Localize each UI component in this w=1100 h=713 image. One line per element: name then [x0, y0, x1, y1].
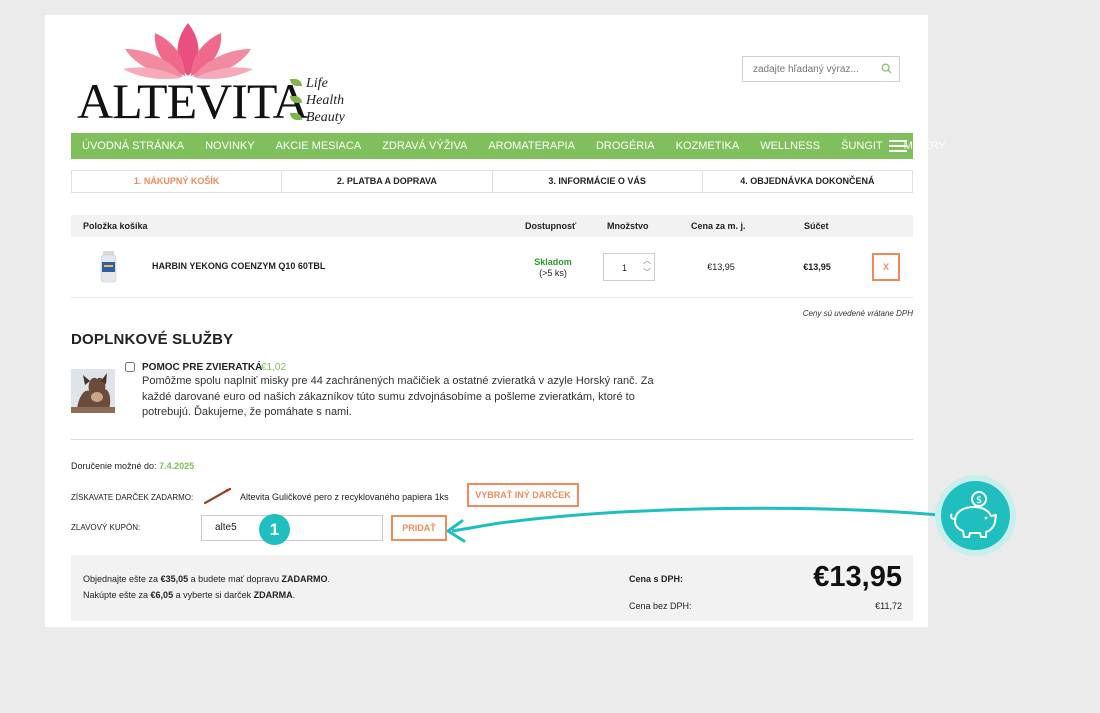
- nav-item-shungite[interactable]: ŠUNGIT: [831, 133, 894, 159]
- product-name[interactable]: HARBIN YEKONG COENZYM Q10 60TBL: [152, 261, 325, 271]
- unit-price: €13,95: [707, 262, 735, 272]
- step-marker: 1: [259, 514, 290, 545]
- free-shipping-note: Objednajte ešte za €35,05 a budete mať d…: [83, 574, 330, 584]
- order-summary: Objednajte ešte za €35,05 a budete mať d…: [71, 555, 913, 621]
- gift-label: ZÍSKAVATE DARČEK ZADARMO:: [71, 493, 194, 502]
- svg-text:$: $: [976, 495, 982, 506]
- price-without-vat: €11,72: [875, 601, 902, 611]
- note-text: .: [327, 574, 331, 584]
- slogan-line: Life: [290, 75, 345, 92]
- product-bottle-image[interactable]: [100, 251, 117, 283]
- note-bold: ZADARMO: [281, 574, 328, 584]
- annotation-arrow-icon: [446, 506, 941, 543]
- price-with-vat: €13,95: [813, 561, 902, 593]
- vat-note: Ceny sú uvedené vrátane DPH: [802, 309, 913, 318]
- header-total: Súčet: [804, 221, 829, 231]
- nav-item-aromatherapy[interactable]: AROMATERAPIA: [478, 133, 586, 159]
- slogan-line: Health: [290, 92, 345, 109]
- free-gift-note: Nakúpte ešte za €6,05 a vyberte si darče…: [83, 590, 295, 600]
- delivery-info: Doručenie možné do: 7.4.2025: [71, 461, 194, 471]
- nav-item-home[interactable]: ÚVODNÁ STRÁNKA: [71, 133, 195, 159]
- note-text: Objednajte ešte za: [83, 574, 161, 584]
- altevita-logo[interactable]: ALTEVITA Life Health Beauty: [75, 23, 345, 129]
- step-payment-delivery[interactable]: 2. PLATBA A DOPRAVA: [282, 171, 493, 192]
- note-text: Nakúpte ešte za: [83, 590, 151, 600]
- nav-item-health-food[interactable]: ZDRAVÁ VÝŽIVA: [372, 133, 478, 159]
- checkout-steps: 1. NÁKUPNÝ KOŠÍK 2. PLATBA A DOPRAVA 3. …: [71, 170, 913, 193]
- chevron-down-icon[interactable]: ﹀: [643, 269, 651, 277]
- logo-wordmark: ALTEVITA: [77, 73, 309, 129]
- delivery-date: 7.4.2025: [159, 461, 195, 471]
- remove-item-button[interactable]: X: [872, 253, 900, 281]
- search-input[interactable]: [743, 57, 881, 81]
- logo-slogan: Life Health Beauty: [290, 75, 345, 126]
- gift-name: Altevita Guličkové pero z recyklovaného …: [240, 492, 449, 502]
- service-name[interactable]: POMOC PRE ZVIERATKÁ: [142, 362, 262, 373]
- quantity-value[interactable]: 1: [622, 263, 627, 273]
- chevron-up-icon[interactable]: ︿: [643, 257, 651, 265]
- availability: Skladom (>5 ks): [523, 257, 583, 279]
- price-with-vat-label: Cena s DPH:: [629, 574, 684, 584]
- service-description: Pomôžme spolu naplniť misky pre 44 zachr…: [142, 375, 654, 418]
- stock-status: Skladom: [534, 257, 572, 267]
- pen-icon: [203, 487, 232, 505]
- cart-table-header: Položka košíka Dostupnosť Množstvo Cena …: [71, 215, 913, 237]
- header-availability: Dostupnosť: [525, 221, 577, 231]
- delivery-label: Doručenie možné do:: [71, 461, 157, 471]
- nav-item-deals[interactable]: AKCIE MESIACA: [265, 133, 372, 159]
- add-coupon-button[interactable]: PRIDAŤ: [391, 515, 447, 541]
- section-divider: [71, 439, 913, 440]
- coupon-label: ZLAVOVÝ KUPÓN:: [71, 523, 141, 532]
- note-text: .: [292, 590, 296, 600]
- hamburger-menu-icon[interactable]: [889, 140, 907, 152]
- quantity-stepper[interactable]: 1 ︿ ﹀: [603, 253, 655, 281]
- price-without-vat-label: Cena bez DPH:: [629, 601, 692, 611]
- search-icon[interactable]: [881, 63, 892, 74]
- stock-count: (>5 ks): [539, 268, 567, 278]
- search-box: [742, 56, 900, 82]
- step-order-complete[interactable]: 4. OBJEDNÁVKA DOKONČENÁ: [703, 171, 912, 192]
- header-unit-price: Cena za m. j.: [691, 221, 746, 231]
- note-amount: €35,05: [160, 574, 189, 584]
- nav-item-drugstore[interactable]: DROGÉRIA: [585, 133, 665, 159]
- header-item: Položka košíka: [83, 221, 148, 231]
- note-bold: ZDARMA: [253, 590, 293, 600]
- nav-item-news[interactable]: NOVINKY: [195, 133, 266, 159]
- nav-item-wellness[interactable]: WELLNESS: [750, 133, 831, 159]
- row-total: €13,95: [803, 262, 831, 272]
- note-text: a budete mať dopravu: [188, 574, 282, 584]
- note-amount: €6,05: [150, 590, 174, 600]
- note-text: a vyberte si darček: [173, 590, 254, 600]
- service-price: €1,02: [261, 362, 287, 373]
- cat-icon: [71, 369, 115, 413]
- services-title: DOPLNKOVÉ SLUŽBY: [71, 331, 234, 348]
- coupon-input[interactable]: alte5: [201, 515, 383, 541]
- slogan-line: Beauty: [290, 109, 345, 126]
- service-checkbox[interactable]: [125, 362, 135, 372]
- piggy-bank-icon: $: [941, 481, 1010, 550]
- header-quantity: Množstvo: [607, 221, 649, 231]
- cart-row: HARBIN YEKONG COENZYM Q10 60TBL Skladom …: [71, 237, 913, 298]
- step-customer-info[interactable]: 3. INFORMÁCIE O VÁS: [493, 171, 703, 192]
- nav-item-cosmetics[interactable]: KOZMETIKA: [665, 133, 750, 159]
- step-cart[interactable]: 1. NÁKUPNÝ KOŠÍK: [72, 171, 283, 192]
- animals-image: [71, 369, 115, 413]
- main-nav: ÚVODNÁ STRÁNKA NOVINKY AKCIE MESIACA ZDR…: [71, 133, 946, 159]
